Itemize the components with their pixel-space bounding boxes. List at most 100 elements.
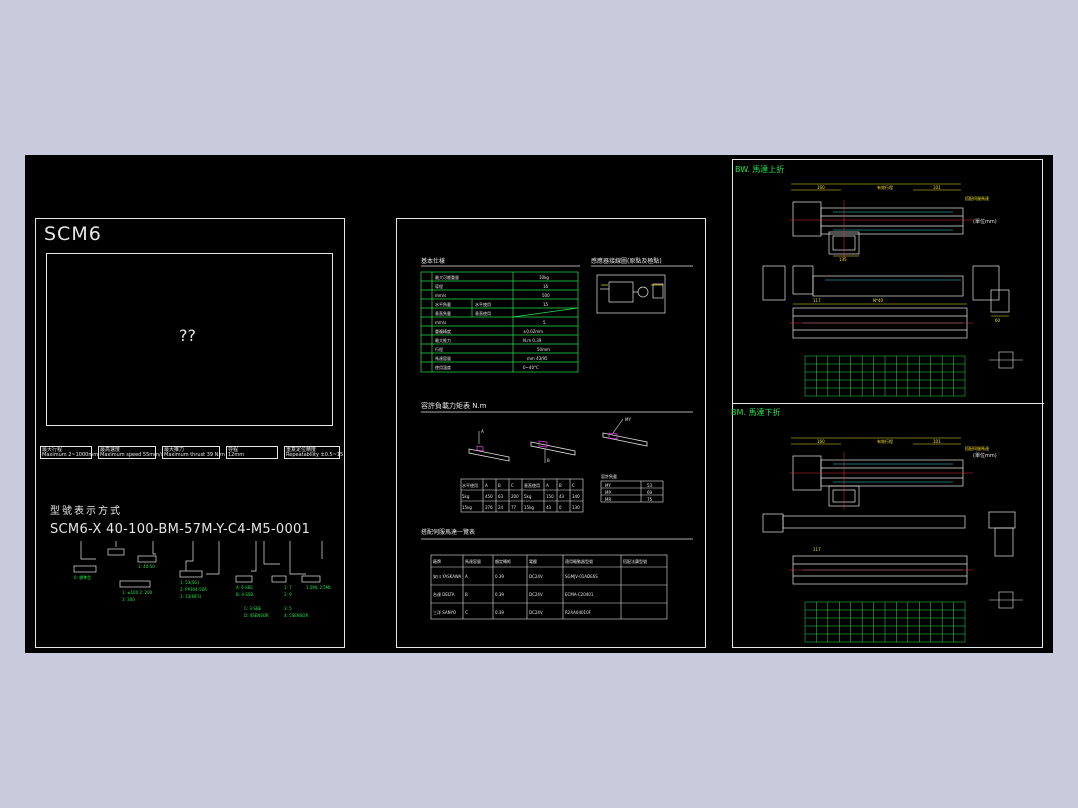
svg-text:16: 16 (543, 284, 549, 289)
servo-table-header: 搭配法蘭型號 (623, 558, 647, 564)
moment-table-cell: 5kg (524, 494, 532, 499)
servo-table-cell: C (465, 610, 468, 615)
svg-text:500: 500 (542, 293, 550, 298)
svg-text:60: 60 (995, 318, 1001, 323)
dim-117-bottom: 117 (813, 547, 821, 552)
side-table-cell: MP (605, 490, 611, 495)
svg-text:3: 300: 3: 300 (122, 597, 135, 602)
dim-160-bottom: 160 (817, 439, 825, 444)
middle-panel-drawings: 最大可搬重量 10kg 導程 16 mm/s 500 水平負載 水平使用 15 垂直負載垂… (420, 265, 693, 620)
stroke-label-bottom: 有效行程 (877, 438, 893, 444)
svg-text:1: 40-50: 1: 40-50 (138, 564, 155, 569)
moment-table-header: 水平使用 (462, 482, 478, 488)
side-table-cell: 69 (647, 490, 653, 495)
moment-table-cell: 150 (546, 494, 554, 499)
svg-text:B: 4-SSB: B: 4-SSB (236, 592, 253, 597)
svg-text:1.5ML 2.5ML: 1.5ML 2.5ML (306, 585, 332, 590)
svg-text:最大推力: 最大推力 (435, 337, 451, 343)
moment-table-header: C (572, 483, 575, 488)
moment-table-header: A (546, 483, 549, 488)
moment-table-cell: 5kg (462, 494, 470, 499)
svg-text:馬達容量: 馬達容量 (435, 355, 451, 361)
side-table-header: 容許負載 (601, 473, 617, 479)
servo-table-header: 廠牌 (433, 558, 441, 564)
moment-table-cell: 15kg (462, 505, 472, 510)
moment-table-cell: 450 (485, 494, 493, 499)
servo-table-cell: 台達 DELTA (433, 591, 455, 597)
svg-text:A: A (481, 429, 484, 434)
right-panel: BW. 馬達上折 BM. 馬達下折 (單位mm) (單位mm) 160 有效行程… (731, 159, 1044, 648)
svg-text:2: PP304-50A: 2: PP304-50A (180, 587, 207, 592)
svg-text:垂直負載: 垂直負載 (435, 310, 451, 316)
cad-drawing-canvas: SCM6 ?? 最大行程 Maximum 2~1000mm 最高速度 Maxim… (25, 155, 1053, 653)
dim-117-top: 117 (813, 298, 821, 303)
svg-text:0~40°C: 0~40°C (523, 365, 539, 370)
svg-text:C: 3-SBE: C: 3-SBE (244, 606, 262, 611)
svg-text:MY: MY (625, 417, 631, 422)
side-table-cell: MY (605, 483, 611, 488)
dim-101-bottom: 101 (933, 439, 941, 444)
svg-text:A: 6-SBC: A: 6-SBC (236, 585, 253, 590)
servo-table-cell: DC24V (529, 610, 543, 615)
moment-table-header: B (559, 483, 562, 488)
svg-text:1: 53(SG): 1: 53(SG) (180, 580, 199, 585)
moment-table-header: C (511, 483, 514, 488)
left-panel: SCM6 ?? 最大行程 Maximum 2~1000mm 最高速度 Maxim… (35, 218, 345, 648)
servo-table-header: 額定轉矩 (495, 558, 511, 564)
moment-table-header: A (485, 483, 488, 488)
servo-table-cell: 三洋 SANYO (433, 609, 456, 615)
svg-text:1: 7: 1: 7 (284, 585, 292, 590)
svg-text:水平使用: 水平使用 (475, 301, 491, 307)
servo-table-cell: 0.39 (495, 574, 504, 579)
svg-text:行程: 行程 (435, 346, 443, 352)
motor-label-top: 搭配伺服馬達 (965, 195, 989, 201)
model-code-callout-lines: 0: 標準型 1: 40-50 1: ≤100 2: 200 3: 300 1:… (73, 541, 332, 618)
side-table-cell: 53 (647, 483, 653, 488)
svg-text:2: 9: 2: 9 (284, 592, 292, 597)
servo-table-cell: DC24V (529, 574, 543, 579)
moment-table-cell: 376 (485, 505, 493, 510)
svg-text:50mm: 50mm (537, 347, 550, 352)
side-table-cell: MR (605, 497, 611, 502)
servo-table-cell: A (465, 574, 468, 579)
svg-text:水平負載: 水平負載 (435, 301, 451, 307)
moment-table-header: 垂直使用 (524, 482, 540, 488)
svg-text:N*40: N*40 (873, 298, 884, 303)
middle-panel: 基本仕樣 感應器接線圖(原點及極點) 容許負載力矩表 N.m 搭配伺服馬達一覽表 (396, 218, 706, 648)
svg-text:135: 135 (839, 257, 847, 262)
svg-text:B: B (547, 458, 550, 463)
svg-text:mm 43/95: mm 43/95 (527, 356, 548, 361)
svg-text:0: 標準型: 0: 標準型 (74, 574, 91, 580)
svg-text:mm/s: mm/s (435, 293, 446, 298)
servo-table-cell: DC24V (529, 592, 543, 597)
servo-table-cell: 0.39 (495, 592, 504, 597)
svg-text:3: 5: 3: 5 (284, 606, 292, 611)
svg-text:15: 15 (543, 302, 549, 307)
stroke-label-top: 有效行程 (877, 184, 893, 190)
servo-table-header: 適用驅動器型號 (565, 558, 593, 564)
servo-table-cell: 0.39 (495, 610, 504, 615)
moment-table-cell: 77 (511, 505, 517, 510)
dim-160-top: 160 (817, 185, 825, 190)
svg-text:最大可搬重量: 最大可搬重量 (435, 274, 459, 280)
moment-table-header: B (498, 483, 501, 488)
dim-101-top: 101 (933, 185, 941, 190)
motor-label-bottom: 搭配伺服馬達 (965, 445, 989, 451)
side-table-cell: 75 (647, 497, 653, 502)
servo-table-cell: ECMA-C20401 (565, 592, 594, 597)
right-panel-drawings: 160 有效行程 101 搭配伺服馬達 117 N*40 135 60 160 … (762, 183, 1023, 643)
moment-table-cell: 200 (511, 494, 519, 499)
svg-text:mm/s: mm/s (435, 320, 446, 325)
moment-table-cell: 15kg (524, 505, 534, 510)
servo-table-cell: B (465, 592, 468, 597)
svg-text:1: ≤100 2: 200: 1: ≤100 2: 200 (122, 590, 153, 595)
moment-table-cell: 340 (572, 494, 580, 499)
servo-table-cell: SGMJV-01ADE6S (565, 574, 598, 579)
servo-table-header: 馬達容量 (465, 558, 481, 564)
svg-text:3: 13(NF3): 3: 13(NF3) (180, 594, 202, 599)
svg-text:使用溫度: 使用溫度 (435, 364, 451, 370)
moment-table-cell: 0 (559, 505, 562, 510)
servo-table-header: 電壓 (529, 558, 537, 564)
svg-text:10kg: 10kg (539, 275, 549, 280)
svg-text:4: 5SENSOR: 4: 5SENSOR (284, 613, 308, 618)
